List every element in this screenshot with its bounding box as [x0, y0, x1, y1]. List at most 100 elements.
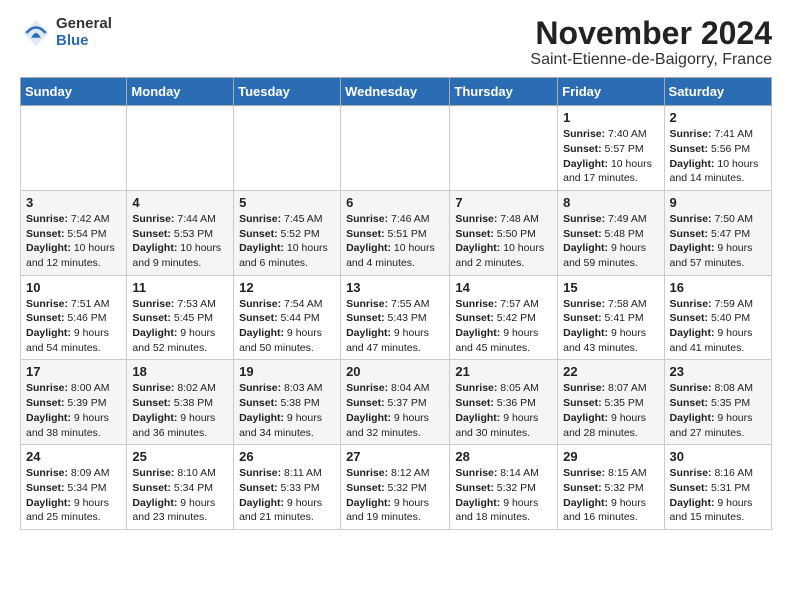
calendar-week-row: 1 Sunrise: 7:40 AMSunset: 5:57 PMDaylight…: [21, 106, 772, 191]
calendar-cell: 8Sunrise: 7:49 AMSunset: 5:48 PMDaylight…: [558, 190, 664, 275]
calendar-cell: [450, 106, 558, 191]
day-info: Sunrise: 8:12 AMSunset: 5:32 PMDaylight:…: [346, 466, 444, 525]
calendar-cell: 6Sunrise: 7:46 AMSunset: 5:51 PMDaylight…: [341, 190, 450, 275]
day-info: Sunrise: 7:57 AMSunset: 5:42 PMDaylight:…: [455, 297, 552, 356]
day-number: 12: [239, 280, 335, 295]
day-info: Sunrise: 8:07 AMSunset: 5:35 PMDaylight:…: [563, 381, 658, 440]
col-thursday: Thursday: [450, 78, 558, 106]
calendar-cell: 9 Sunrise: 7:50 AMSunset: 5:47 PMDaylight…: [664, 190, 771, 275]
calendar-cell: 25 Sunrise: 8:10 AMSunset: 5:34 PMDayligh…: [127, 445, 234, 530]
day-info: Sunrise: 8:15 AMSunset: 5:32 PMDaylight:…: [563, 466, 658, 525]
calendar-cell: 1 Sunrise: 7:40 AMSunset: 5:57 PMDaylight…: [558, 106, 664, 191]
calendar-week-row: 24 Sunrise: 8:09 AMSunset: 5:34 PMDayligh…: [21, 445, 772, 530]
day-info: Sunrise: 8:08 AMSunset: 5:35 PMDaylight:…: [670, 381, 766, 440]
day-info: Sunrise: 8:03 AMSunset: 5:38 PMDaylight:…: [239, 381, 335, 440]
subtitle: Saint-Etienne-de-Baigorry, France: [530, 51, 772, 69]
calendar-cell: 26 Sunrise: 8:11 AMSunset: 5:33 PMDayligh…: [234, 445, 341, 530]
day-number: 14: [455, 280, 552, 295]
day-number: 5: [239, 195, 335, 210]
col-wednesday: Wednesday: [341, 78, 450, 106]
calendar-cell: 27Sunrise: 8:12 AMSunset: 5:32 PMDayligh…: [341, 445, 450, 530]
calendar-cell: 7 Sunrise: 7:48 AMSunset: 5:50 PMDaylight…: [450, 190, 558, 275]
day-info: Sunrise: 7:50 AMSunset: 5:47 PMDaylight:…: [670, 212, 766, 271]
day-info: Sunrise: 7:48 AMSunset: 5:50 PMDaylight:…: [455, 212, 552, 271]
day-info: Sunrise: 7:44 AMSunset: 5:53 PMDaylight:…: [132, 212, 228, 271]
calendar-cell: 16 Sunrise: 7:59 AMSunset: 5:40 PMDayligh…: [664, 275, 771, 360]
header-row: Sunday Monday Tuesday Wednesday Thursday…: [21, 78, 772, 106]
day-info: Sunrise: 7:42 AMSunset: 5:54 PMDaylight:…: [26, 212, 121, 271]
day-info: Sunrise: 7:55 AMSunset: 5:43 PMDaylight:…: [346, 297, 444, 356]
logo-blue: Blue: [56, 33, 112, 50]
day-number: 26: [239, 449, 335, 464]
day-info: Sunrise: 7:40 AMSunset: 5:57 PMDaylight:…: [563, 127, 658, 186]
day-number: 15: [563, 280, 658, 295]
day-number: 3: [26, 195, 121, 210]
day-number: 17: [26, 364, 121, 379]
calendar-cell: [341, 106, 450, 191]
calendar-cell: [234, 106, 341, 191]
main-title: November 2024: [530, 16, 772, 51]
day-info: Sunrise: 8:05 AMSunset: 5:36 PMDaylight:…: [455, 381, 552, 440]
day-number: 29: [563, 449, 658, 464]
calendar-cell: 12 Sunrise: 7:54 AMSunset: 5:44 PMDayligh…: [234, 275, 341, 360]
day-number: 7: [455, 195, 552, 210]
calendar-cell: 19 Sunrise: 8:03 AMSunset: 5:38 PMDayligh…: [234, 360, 341, 445]
day-number: 9: [670, 195, 766, 210]
day-info: Sunrise: 7:51 AMSunset: 5:46 PMDaylight:…: [26, 297, 121, 356]
calendar-cell: 20Sunrise: 8:04 AMSunset: 5:37 PMDayligh…: [341, 360, 450, 445]
col-friday: Friday: [558, 78, 664, 106]
calendar-week-row: 17Sunrise: 8:00 AMSunset: 5:39 PMDayligh…: [21, 360, 772, 445]
calendar-cell: 29 Sunrise: 8:15 AMSunset: 5:32 PMDayligh…: [558, 445, 664, 530]
calendar-cell: 15 Sunrise: 7:58 AMSunset: 5:41 PMDayligh…: [558, 275, 664, 360]
logo-text: General Blue: [56, 16, 112, 49]
day-number: 6: [346, 195, 444, 210]
day-number: 19: [239, 364, 335, 379]
day-number: 16: [670, 280, 766, 295]
day-info: Sunrise: 8:09 AMSunset: 5:34 PMDaylight:…: [26, 466, 121, 525]
calendar-cell: 30 Sunrise: 8:16 AMSunset: 5:31 PMDayligh…: [664, 445, 771, 530]
title-block: November 2024 Saint-Etienne-de-Baigorry,…: [530, 16, 772, 69]
day-info: Sunrise: 7:59 AMSunset: 5:40 PMDaylight:…: [670, 297, 766, 356]
calendar-cell: 28 Sunrise: 8:14 AMSunset: 5:32 PMDayligh…: [450, 445, 558, 530]
header: General Blue November 2024 Saint-Etienne…: [20, 16, 772, 69]
logo: General Blue: [20, 16, 112, 49]
calendar-week-row: 10Sunrise: 7:51 AMSunset: 5:46 PMDayligh…: [21, 275, 772, 360]
page: General Blue November 2024 Saint-Etienne…: [0, 0, 792, 546]
logo-icon: [20, 17, 52, 49]
day-number: 22: [563, 364, 658, 379]
calendar-cell: 24 Sunrise: 8:09 AMSunset: 5:34 PMDayligh…: [21, 445, 127, 530]
day-info: Sunrise: 7:45 AMSunset: 5:52 PMDaylight:…: [239, 212, 335, 271]
day-number: 28: [455, 449, 552, 464]
day-info: Sunrise: 8:11 AMSunset: 5:33 PMDaylight:…: [239, 466, 335, 525]
day-info: Sunrise: 7:58 AMSunset: 5:41 PMDaylight:…: [563, 297, 658, 356]
day-number: 1: [563, 110, 658, 125]
day-info: Sunrise: 8:10 AMSunset: 5:34 PMDaylight:…: [132, 466, 228, 525]
day-number: 25: [132, 449, 228, 464]
calendar-cell: 23 Sunrise: 8:08 AMSunset: 5:35 PMDayligh…: [664, 360, 771, 445]
logo-general: General: [56, 16, 112, 33]
calendar-cell: 10Sunrise: 7:51 AMSunset: 5:46 PMDayligh…: [21, 275, 127, 360]
day-number: 30: [670, 449, 766, 464]
day-number: 2: [670, 110, 766, 125]
calendar-cell: 5 Sunrise: 7:45 AMSunset: 5:52 PMDaylight…: [234, 190, 341, 275]
calendar-week-row: 3 Sunrise: 7:42 AMSunset: 5:54 PMDaylight…: [21, 190, 772, 275]
day-info: Sunrise: 8:14 AMSunset: 5:32 PMDaylight:…: [455, 466, 552, 525]
calendar: Sunday Monday Tuesday Wednesday Thursday…: [20, 77, 772, 530]
calendar-cell: 17Sunrise: 8:00 AMSunset: 5:39 PMDayligh…: [21, 360, 127, 445]
day-number: 23: [670, 364, 766, 379]
calendar-cell: 2 Sunrise: 7:41 AMSunset: 5:56 PMDaylight…: [664, 106, 771, 191]
calendar-cell: 18Sunrise: 8:02 AMSunset: 5:38 PMDayligh…: [127, 360, 234, 445]
day-info: Sunrise: 8:04 AMSunset: 5:37 PMDaylight:…: [346, 381, 444, 440]
col-saturday: Saturday: [664, 78, 771, 106]
day-info: Sunrise: 7:54 AMSunset: 5:44 PMDaylight:…: [239, 297, 335, 356]
day-info: Sunrise: 7:41 AMSunset: 5:56 PMDaylight:…: [670, 127, 766, 186]
calendar-cell: 22 Sunrise: 8:07 AMSunset: 5:35 PMDayligh…: [558, 360, 664, 445]
calendar-cell: [127, 106, 234, 191]
day-info: Sunrise: 8:16 AMSunset: 5:31 PMDaylight:…: [670, 466, 766, 525]
col-tuesday: Tuesday: [234, 78, 341, 106]
day-number: 24: [26, 449, 121, 464]
calendar-cell: 11Sunrise: 7:53 AMSunset: 5:45 PMDayligh…: [127, 275, 234, 360]
calendar-cell: [21, 106, 127, 191]
day-number: 8: [563, 195, 658, 210]
col-sunday: Sunday: [21, 78, 127, 106]
